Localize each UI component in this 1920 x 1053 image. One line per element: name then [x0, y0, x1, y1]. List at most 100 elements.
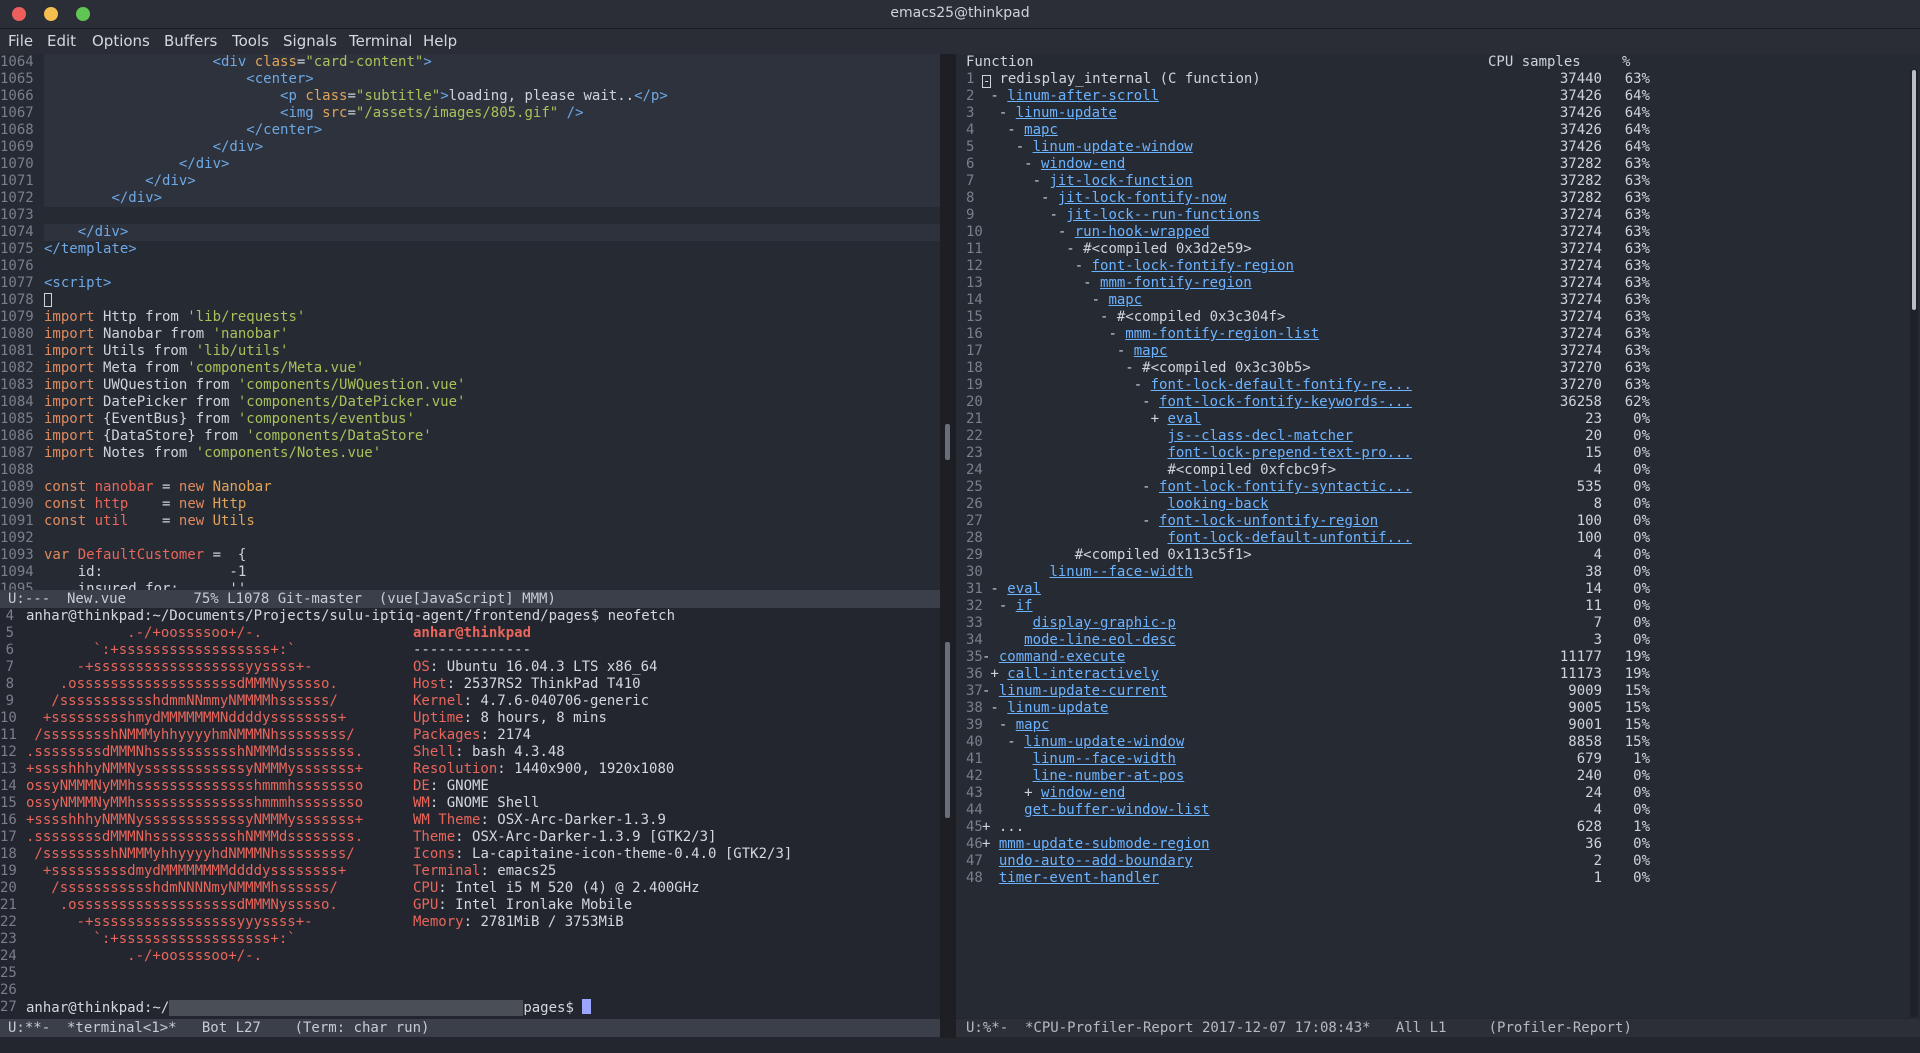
menu-item-edit[interactable]: Edit: [47, 32, 76, 50]
code-line[interactable]: [44, 292, 52, 309]
expand-toggle[interactable]: +: [990, 666, 1007, 682]
code-line[interactable]: </div>: [44, 139, 264, 156]
profiler-row[interactable]: - window-end: [1024, 156, 1125, 173]
profiler-row[interactable]: mode-line-eol-desc: [1024, 632, 1176, 649]
code-line[interactable]: </div>: [44, 190, 162, 207]
function-name[interactable]: linum--face-width: [1049, 564, 1192, 580]
collapse-toggle[interactable]: -: [1142, 513, 1159, 529]
function-name[interactable]: mapc: [1134, 343, 1168, 359]
menu-item-buffers[interactable]: Buffers: [164, 32, 217, 50]
collapse-toggle[interactable]: -: [1100, 309, 1117, 325]
collapse-toggle[interactable]: -: [1049, 207, 1066, 223]
terminal-pane[interactable]: 4 5 6 7 8 9 10 11 12 13 14 15 16 17 18 19 20 21 22 23 24 25 26…: [0, 608, 940, 1018]
code-line[interactable]: id: -1: [44, 564, 247, 581]
expand-toggle[interactable]: +: [1024, 785, 1041, 801]
profiler-row[interactable]: - #<compiled 0x3c30b5>: [1125, 360, 1310, 377]
profiler-row[interactable]: - mapc: [999, 717, 1050, 734]
code-line[interactable]: const nanobar = new Nanobar: [44, 479, 272, 496]
code-line[interactable]: <img src="/assets/images/805.gif" />: [44, 105, 583, 122]
function-name[interactable]: mode-line-eol-desc: [1024, 632, 1176, 648]
profiler-row[interactable]: linum--face-width: [1033, 751, 1176, 768]
profiler-row[interactable]: - font-lock-fontify-keywords-...: [1142, 394, 1412, 411]
function-name[interactable]: font-lock-fontify-syntactic...: [1159, 479, 1412, 495]
profiler-row[interactable]: font-lock-default-unfontif...: [1167, 530, 1411, 547]
profiler-row[interactable]: font-lock-prepend-text-pro...: [1167, 445, 1411, 462]
profiler-row[interactable]: + mmm-update-submode-region: [982, 836, 1210, 853]
profiler-row[interactable]: - linum-after-scroll: [990, 88, 1159, 105]
profiler-row[interactable]: + ...: [982, 819, 1024, 836]
collapse-toggle[interactable]: -: [1125, 360, 1142, 376]
profiler-row[interactable]: - run-hook-wrapped: [1058, 224, 1210, 241]
profiler-row[interactable]: #<compiled 0xfcbc9f>: [1167, 462, 1336, 479]
code-line[interactable]: import Meta from 'components/Meta.vue': [44, 360, 364, 377]
profiler-row[interactable]: timer-event-handler: [999, 870, 1159, 887]
collapse-toggle[interactable]: -: [1007, 122, 1024, 138]
collapse-toggle[interactable]: -: [1041, 190, 1058, 206]
function-name[interactable]: linum-update: [1016, 105, 1117, 121]
collapse-toggle[interactable]: -: [1117, 343, 1134, 359]
code-line[interactable]: </div>: [44, 173, 196, 190]
code-line[interactable]: import DatePicker from 'components/DateP…: [44, 394, 465, 411]
function-name[interactable]: eval: [1167, 411, 1201, 427]
collapse-toggle[interactable]: -: [990, 88, 1007, 104]
function-name[interactable]: linum-update: [1007, 700, 1108, 716]
profiler-row[interactable]: - font-lock-fontify-region: [1075, 258, 1294, 275]
function-name[interactable]: mapc: [1108, 292, 1142, 308]
function-name[interactable]: jit-lock--run-functions: [1066, 207, 1260, 223]
function-name[interactable]: timer-event-handler: [999, 870, 1159, 886]
function-name[interactable]: line-number-at-pos: [1033, 768, 1185, 784]
profiler-row[interactable]: - jit-lock--run-functions: [1049, 207, 1260, 224]
collapse-toggle[interactable]: -: [982, 75, 991, 88]
function-name[interactable]: window-end: [1041, 156, 1125, 172]
profiler-row[interactable]: - font-lock-default-fontify-re...: [1134, 377, 1412, 394]
menu-item-file[interactable]: File: [8, 32, 33, 50]
code-line[interactable]: import {DataStore} from 'components/Data…: [44, 428, 432, 445]
function-name[interactable]: jit-lock-fontify-now: [1058, 190, 1227, 206]
profiler-row[interactable]: - #<compiled 0x3d2e59>: [1066, 241, 1251, 258]
profiler-row[interactable]: + window-end: [1024, 785, 1125, 802]
collapse-toggle[interactable]: -: [1016, 139, 1033, 155]
function-name[interactable]: font-lock-fontify-region: [1092, 258, 1294, 274]
collapse-toggle[interactable]: -: [1142, 394, 1159, 410]
code-line[interactable]: <div class="card-content">: [44, 54, 432, 71]
profiler-row[interactable]: - font-lock-unfontify-region: [1142, 513, 1378, 530]
function-name[interactable]: font-lock-unfontify-region: [1159, 513, 1378, 529]
code-line[interactable]: import Utils from 'lib/utils': [44, 343, 288, 360]
profiler-row[interactable]: looking-back: [1167, 496, 1268, 513]
collapse-toggle[interactable]: -: [999, 105, 1016, 121]
function-name[interactable]: eval: [1007, 581, 1041, 597]
function-name[interactable]: get-buffer-window-list: [1024, 802, 1209, 818]
function-name[interactable]: linum--face-width: [1033, 751, 1176, 767]
collapse-toggle[interactable]: -: [999, 717, 1016, 733]
function-name[interactable]: mmm-update-submode-region: [999, 836, 1210, 852]
collapse-toggle[interactable]: -: [990, 581, 1007, 597]
collapse-toggle[interactable]: -: [1142, 479, 1159, 495]
function-name[interactable]: run-hook-wrapped: [1075, 224, 1210, 240]
profiler-row[interactable]: - #<compiled 0x3c304f>: [1100, 309, 1285, 326]
expand-toggle[interactable]: +: [1151, 411, 1168, 427]
code-line[interactable]: <p class="subtitle">loading, please wait…: [44, 88, 668, 105]
code-line[interactable]: </div>: [44, 156, 230, 173]
menu-item-help[interactable]: Help: [423, 32, 457, 50]
profiler-row[interactable]: - mapc: [1117, 343, 1168, 360]
function-name[interactable]: mmm-fontify-region-list: [1125, 326, 1319, 342]
code-line[interactable]: import UWQuestion from 'components/UWQue…: [44, 377, 465, 394]
profiler-row[interactable]: #<compiled 0x113c5f1>: [1075, 547, 1252, 564]
profiler-row[interactable]: - if: [999, 598, 1033, 615]
function-name[interactable]: js--class-decl-matcher: [1167, 428, 1352, 444]
column-header-function[interactable]: Function: [966, 54, 1033, 71]
profiler-row[interactable]: + call-interactively: [990, 666, 1159, 683]
terminal-prompt[interactable]: anhar@thinkpad:~/xxxxxxxxxxxxxxxxxxxxxxx…: [26, 999, 592, 1016]
profiler-row[interactable]: - linum-update: [990, 700, 1108, 717]
function-name[interactable]: display-graphic-p: [1033, 615, 1176, 631]
code-line[interactable]: import Http from 'lib/requests': [44, 309, 305, 326]
function-name[interactable]: call-interactively: [1007, 666, 1159, 682]
terminal-scrollbar-thumb[interactable]: [945, 642, 950, 818]
function-name[interactable]: undo-auto--add-boundary: [999, 853, 1193, 869]
function-name[interactable]: linum-update-current: [999, 683, 1168, 699]
profiler-row[interactable]: - font-lock-fontify-syntactic...: [1142, 479, 1412, 496]
profiler-report-pane[interactable]: Function CPU samples% 1- redisplay_interna…: [956, 54, 1920, 1018]
column-header-cpu-samples[interactable]: CPU samples: [1488, 54, 1581, 71]
collapse-toggle[interactable]: -: [1108, 326, 1125, 342]
profiler-row[interactable]: - mapc: [1007, 122, 1058, 139]
